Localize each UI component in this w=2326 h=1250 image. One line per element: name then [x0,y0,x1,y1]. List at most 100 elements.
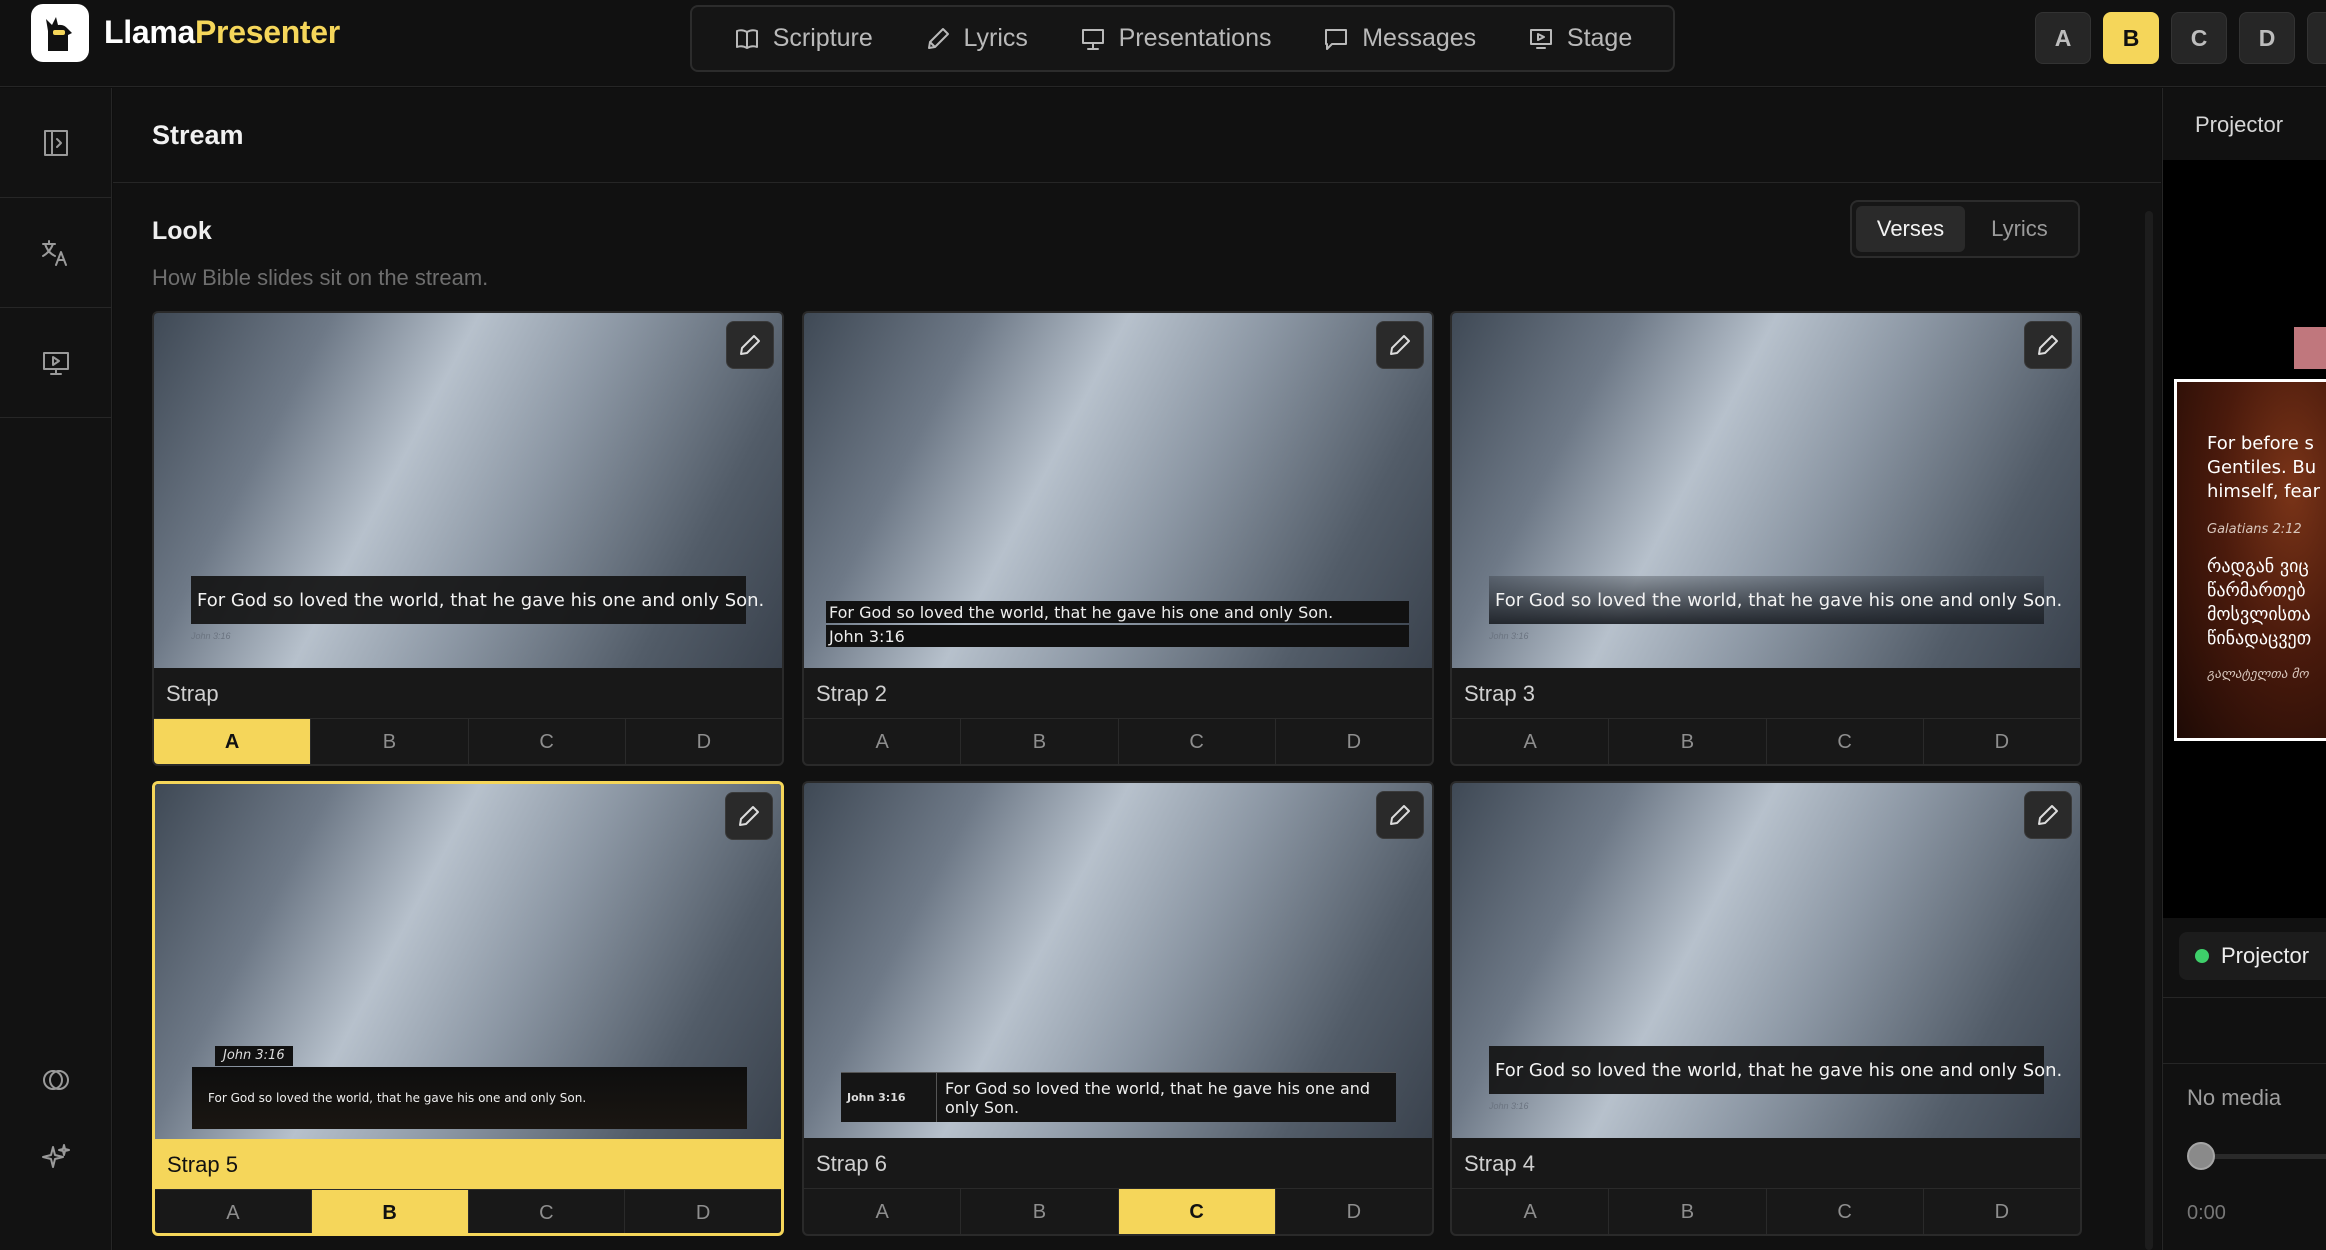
preview-verse-text: For God so loved the world, that he gave… [1489,1046,2062,1094]
segment-d[interactable]: D [1276,1189,1432,1234]
content-type-toggle: Verses Lyrics [1850,200,2080,258]
media-status: No media [2187,1085,2282,1110]
preview-verse-text: For God so loved the world, that he gave… [1489,576,2062,624]
translate-button[interactable] [0,198,111,308]
profile-a-button[interactable]: A [2035,12,2091,64]
book-icon [735,28,758,49]
preview-lower-third: John 3:16 For God so loved the world, th… [841,1072,1396,1122]
nav-stage[interactable]: Stage [1517,16,1642,61]
look-card-strap-3[interactable]: For God so loved the world, that he gave… [1450,311,2082,766]
pencil-icon [740,335,760,355]
segment-b[interactable]: B [961,1189,1119,1234]
card-name-bar [155,1139,781,1189]
sparkle-icon [41,1144,70,1168]
segment-b[interactable]: B [961,719,1119,764]
look-card-strap-6[interactable]: John 3:16 For God so loved the world, th… [802,781,1434,1236]
nav-presentations[interactable]: Presentations [1069,16,1282,61]
segment-c[interactable]: C [1119,719,1276,764]
look-card-strap-5[interactable]: John 3:16 For God so loved the world, th… [152,781,784,1236]
more-button[interactable] [2307,12,2326,64]
look-card-strap[interactable]: For God so loved the world, that he gave… [152,311,784,766]
segment-b[interactable]: B [311,1190,469,1233]
card-preview: For God so loved the world, that he gave… [1452,313,2080,668]
llama-logo-icon [46,17,72,51]
look-card-strap-4[interactable]: For God so loved the world, that he gave… [1450,781,2082,1236]
edit-button[interactable] [726,321,774,369]
segment-d[interactable]: D [1276,719,1432,764]
edit-button[interactable] [2024,321,2072,369]
segment-b[interactable]: B [1609,1189,1767,1234]
profile-segment: A B C D [155,1189,781,1233]
card-name: Strap 6 [816,1151,887,1176]
divider [2163,1063,2326,1064]
segment-c[interactable]: C [469,719,626,764]
profile-b-button[interactable]: B [2103,12,2159,64]
segment-c[interactable]: C [1118,1189,1276,1234]
output-display-button[interactable] [0,308,111,418]
app-logo [31,4,89,62]
segment-d[interactable]: D [1924,719,2080,764]
preview-verse-text: For God so loved the world, that he gave… [191,576,764,624]
projector-live-slide[interactable]: For before s Gentiles. Bu himself, fear … [2174,379,2326,741]
projector-title: Projector [2195,112,2284,137]
slide-line-ka-3: მოსვლისთა [2207,604,2311,625]
card-preview: For God so loved the world, that he gave… [1452,783,2080,1138]
segment-a[interactable]: A [1452,1189,1610,1234]
segment-a[interactable]: A [1452,719,1610,764]
projector-preview: For before s Gentiles. Bu himself, fear … [2163,160,2326,918]
segment-b[interactable]: B [311,719,469,764]
profile-d-button[interactable]: D [2239,12,2295,64]
pencil-icon [739,806,759,826]
brand-part-1: Llama [104,14,195,50]
ai-sparkle-button[interactable] [0,1118,111,1198]
pencil-icon [2038,335,2058,355]
profile-segment: A B C D [804,718,1432,764]
edit-button[interactable] [1376,791,1424,839]
nav-scripture[interactable]: Scripture [723,16,883,61]
nav-presentations-label: Presentations [1118,24,1272,52]
nav-lyrics[interactable]: Lyrics [914,16,1038,61]
segment-d[interactable]: D [625,1190,781,1233]
segment-a[interactable]: A [804,719,962,764]
toggle-sidebar-button[interactable] [0,88,111,198]
edit-button[interactable] [725,792,773,840]
segment-c[interactable]: C [1767,719,1924,764]
scrollbar[interactable] [2145,211,2153,1250]
edit-button[interactable] [2024,791,2072,839]
segment-a[interactable]: A [804,1189,962,1234]
nav-messages[interactable]: Messages [1312,16,1486,61]
nav-messages-label: Messages [1362,24,1477,52]
toggle-verses[interactable]: Verses [1856,206,1965,252]
preview-verse-ref: John 3:16 [826,625,1409,647]
slide-line-ka-1: რადგან ვიც [2207,556,2309,577]
preview-verse-ref: John 3:16 [215,1046,293,1066]
slide-line-ka-4: წინადაცვეთ [2207,628,2312,649]
toggle-lyrics[interactable]: Lyrics [1965,206,2074,252]
nav-lyrics-label: Lyrics [963,24,1028,52]
section-title: Look [152,217,212,245]
projector-thumbnail[interactable] [2294,327,2326,369]
segment-a[interactable]: A [154,719,312,764]
segment-c[interactable]: C [469,1190,626,1233]
presentation-icon [1081,28,1104,50]
media-seek-handle[interactable] [2187,1142,2215,1170]
monitor-play-icon [42,351,69,375]
preview-verse-ref: John 3:16 [191,631,231,641]
integrations-button[interactable] [0,1040,111,1120]
main-nav: Scripture Lyrics Presentations Messages … [690,5,1675,72]
profile-c-button[interactable]: C [2171,12,2227,64]
segment-b[interactable]: B [1609,719,1767,764]
preview-verse-text: For God so loved the world, that he gave… [937,1073,1396,1122]
segment-c[interactable]: C [1767,1189,1924,1234]
segment-d[interactable]: D [626,719,782,764]
app-brand: LlamaPresenter [104,14,340,51]
projector-status-button[interactable]: Projector [2179,932,2326,980]
segment-d[interactable]: D [1924,1189,2080,1234]
stage-icon [1529,28,1552,49]
sidebar-panel-icon [43,129,68,156]
segment-a[interactable]: A [155,1190,312,1233]
pencil-icon [1390,805,1410,825]
divider [2163,997,2326,998]
edit-button[interactable] [1376,321,1424,369]
look-card-strap-2[interactable]: For God so loved the world, that he gave… [802,311,1434,766]
